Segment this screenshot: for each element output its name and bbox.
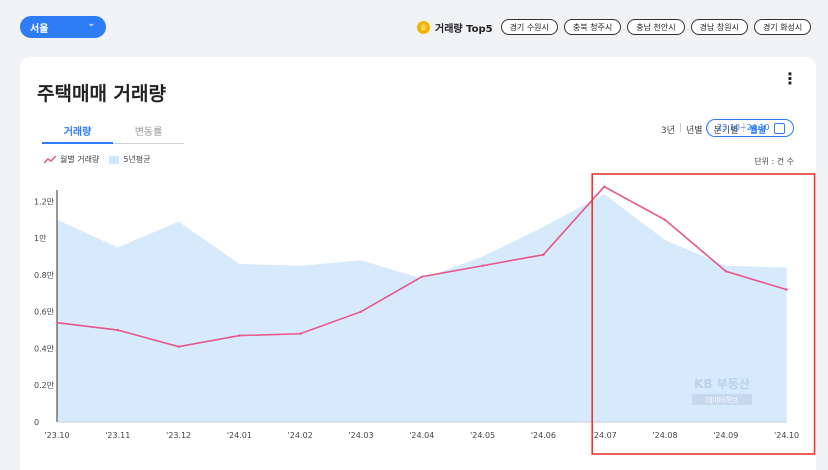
x-tick-label: '24.10 (774, 431, 799, 440)
line-point (481, 264, 484, 267)
x-tick-label: '24.09 (713, 431, 738, 440)
y-tick-label: 0.4만 (34, 344, 55, 353)
volume-chart: 0 0.2만 0.4만 0.6만 0.8만 1만 1.2만 '23.10 '23.11 '23.1… (34, 173, 816, 455)
line-point (116, 328, 120, 332)
y-tick-label: 0.8만 (34, 271, 55, 280)
x-tick-label: '24.07 (592, 431, 617, 440)
line-point (359, 310, 363, 313)
y-tick-label: 0.6만 (34, 308, 55, 317)
series-area-5yr-avg (57, 194, 787, 422)
x-tick-label: '24.04 (409, 431, 434, 440)
y-tick-label: 0 (34, 418, 39, 427)
x-tick-label: '23.11 (105, 431, 130, 440)
y-tick-label: 0.2만 (34, 381, 55, 390)
x-tick-label: '24.03 (348, 431, 373, 440)
x-tick-label: '24.02 (288, 431, 313, 440)
line-point (603, 185, 606, 188)
line-point (299, 332, 302, 335)
line-point (663, 218, 667, 221)
x-tick-label: '24.01 (227, 431, 252, 440)
line-point (55, 321, 59, 324)
x-tick-label: '23.12 (166, 431, 191, 440)
watermark-subtitle: 데이터허브 (706, 396, 739, 405)
x-tick-label: '24.06 (531, 431, 556, 440)
watermark-title: KB 부동산 (694, 376, 750, 391)
x-tick-label: '24.08 (652, 431, 677, 440)
line-point (542, 253, 545, 256)
line-point (785, 288, 788, 291)
x-tick-label: '24.05 (470, 431, 495, 440)
line-point (177, 345, 180, 348)
y-tick-label: 1만 (34, 234, 47, 243)
y-tick-label: 1.2만 (34, 197, 55, 206)
line-point (724, 270, 727, 273)
x-tick-label: '23.10 (44, 431, 69, 440)
line-point (238, 334, 241, 337)
line-point (420, 275, 423, 278)
